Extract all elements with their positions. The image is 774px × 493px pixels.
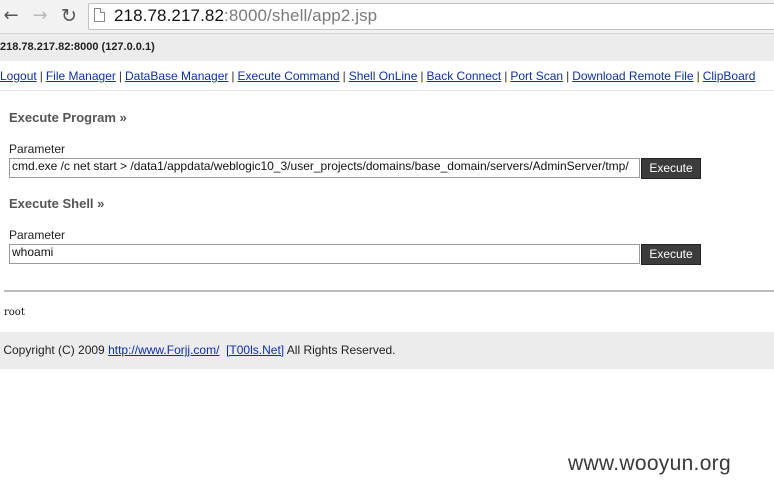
- shell-parameter-input[interactable]: whoami: [9, 244, 640, 264]
- shell-nav: Logout | File Manager | DataBase Manager | Exe…: [0, 62, 774, 91]
- browser-toolbar: ← → ↻ 218.78.217.82:8000/shell/app2.jsp: [0, 0, 774, 34]
- nav-separator: |: [231, 69, 235, 83]
- execute-program-title: Execute Program »: [9, 110, 127, 125]
- address-bar[interactable]: 218.78.217.82:8000/shell/app2.jsp: [88, 3, 774, 30]
- nav-database-manager-link[interactable]: DataBase Manager: [125, 69, 228, 83]
- footer-forjj-link[interactable]: http://www.Forjj.com/: [108, 343, 219, 357]
- url-host: 218.78.217.82: [114, 6, 225, 25]
- forward-arrow-icon[interactable]: →: [29, 5, 51, 27]
- footer-copyright: Copyright (C) 2009: [3, 343, 109, 357]
- nav-separator: |: [420, 69, 424, 83]
- shell-parameter-label: Parameter: [9, 228, 66, 242]
- reload-icon[interactable]: ↻: [58, 5, 80, 27]
- nav-separator: |: [118, 69, 122, 83]
- nav-separator: |: [342, 69, 346, 83]
- nav-back-connect-link[interactable]: Back Connect: [427, 69, 502, 83]
- nav-port-scan-link[interactable]: Port Scan: [510, 69, 563, 83]
- program-parameter-label: Parameter: [9, 142, 66, 156]
- watermark: www.wooyun.org: [568, 452, 731, 475]
- nav-clipboard-link[interactable]: ClipBoard: [703, 69, 756, 83]
- output-divider: [4, 290, 774, 292]
- nav-download-remote-file-link[interactable]: Download Remote File: [572, 69, 693, 83]
- nav-file-manager-link[interactable]: File Manager: [46, 69, 116, 83]
- back-arrow-icon[interactable]: ←: [0, 5, 22, 27]
- execute-shell-button[interactable]: Execute: [641, 244, 701, 265]
- command-output: root: [4, 307, 25, 318]
- url-path: :8000/shell/app2.jsp: [224, 6, 378, 25]
- url-text: 218.78.217.82:8000/shell/app2.jsp: [114, 6, 377, 26]
- footer-rights: All Rights Reserved.: [284, 343, 396, 357]
- nav-logout-link[interactable]: Logout: [0, 69, 37, 83]
- nav-shell-online-link[interactable]: Shell OnLine: [349, 69, 418, 83]
- program-parameter-input[interactable]: cmd.exe /c net start > /data1/appdata/we…: [9, 158, 640, 178]
- nav-separator: |: [504, 69, 508, 83]
- nav-separator: |: [696, 69, 700, 83]
- footer-t00ls-link[interactable]: [T00ls.Net]: [226, 343, 284, 357]
- page-icon: [94, 8, 105, 22]
- nav-separator: |: [566, 69, 570, 83]
- nav-separator: |: [39, 69, 43, 83]
- host-info: 218.78.217.82:8000 (127.0.0.1): [0, 34, 774, 61]
- footer: Copyright (C) 2009 http://www.Forjj.com/…: [0, 332, 774, 369]
- nav-execute-command-link[interactable]: Execute Command: [238, 69, 340, 83]
- execute-program-button[interactable]: Execute: [641, 158, 701, 179]
- execute-shell-title: Execute Shell »: [9, 196, 105, 211]
